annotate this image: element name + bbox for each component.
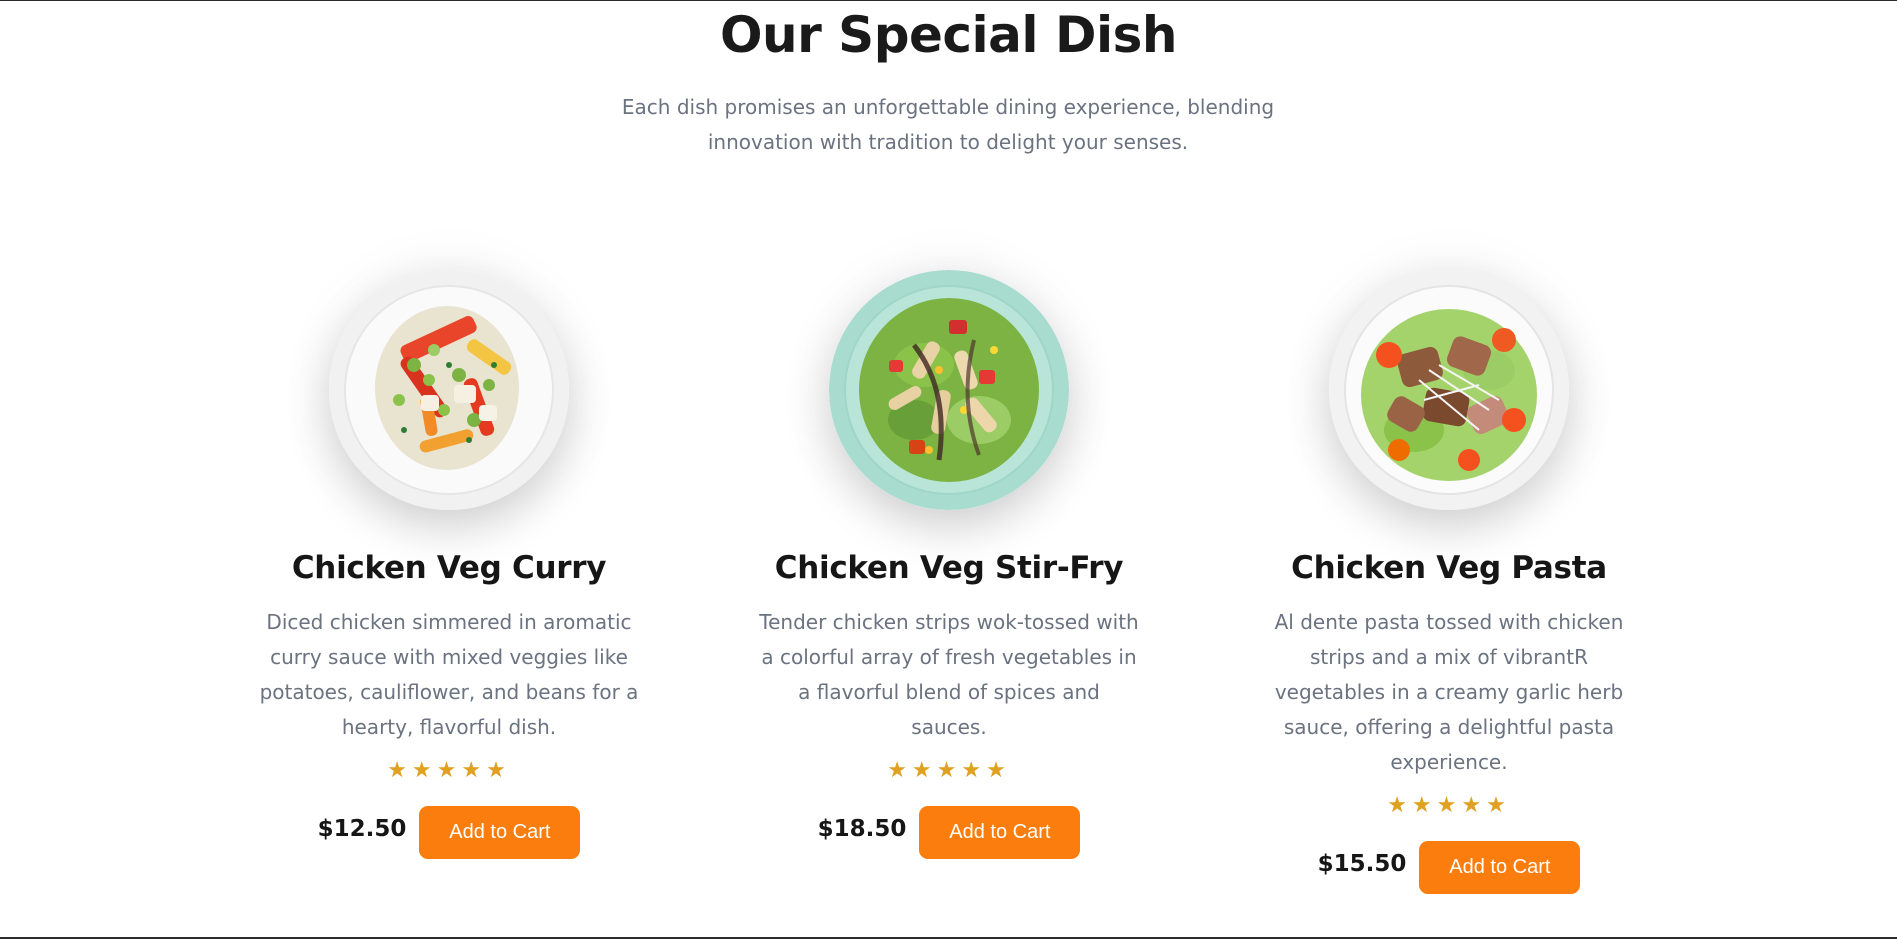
dish-description: Diced chicken simmered in aromatic curry… xyxy=(259,610,639,739)
section-subtitle: Each dish promises an unforgettable dini… xyxy=(621,95,1275,154)
dish-image-stir-fry[interactable] xyxy=(829,270,1069,510)
dish-description: Tender chicken strips wok-tossed with a … xyxy=(759,610,1139,739)
dish-card-curry: Chicken Veg Curry Diced chicken simmered… xyxy=(239,270,659,930)
section-title: Our Special Dish xyxy=(720,6,1177,64)
dish-image-curry[interactable] xyxy=(329,270,569,510)
star-rating: ★★★★★ xyxy=(1387,793,1511,818)
dish-name: Chicken Veg Pasta xyxy=(1291,550,1607,586)
add-to-cart-button[interactable]: Add to Cart xyxy=(419,806,581,859)
price-row: $18.50 Add to Cart xyxy=(739,806,1159,859)
dish-description: Al dente pasta tossed with chicken strip… xyxy=(1274,610,1624,774)
pasta-plate-image xyxy=(1329,270,1569,510)
add-to-cart-button[interactable]: Add to Cart xyxy=(919,806,1081,859)
star-rating: ★★★★★ xyxy=(887,758,1011,783)
dish-name: Chicken Veg Stir-Fry xyxy=(774,550,1124,586)
dish-name: Chicken Veg Curry xyxy=(291,550,607,586)
dish-price: $12.50 xyxy=(317,815,407,842)
price-row: $15.50 Add to Cart xyxy=(1239,841,1659,894)
dish-card-stir-fry: Chicken Veg Stir-Fry Tender chicken stri… xyxy=(739,270,1159,930)
dish-price: $15.50 xyxy=(1317,850,1407,877)
price-row: $12.50 Add to Cart xyxy=(239,806,659,859)
top-border xyxy=(0,0,1897,1)
star-rating: ★★★★★ xyxy=(387,758,511,783)
dish-price: $18.50 xyxy=(817,815,907,842)
dish-image-pasta[interactable] xyxy=(1329,270,1569,510)
stir-fry-plate-image xyxy=(829,270,1069,510)
dish-card-pasta: Chicken Veg Pasta Al dente pasta tossed … xyxy=(1239,270,1659,930)
add-to-cart-button[interactable]: Add to Cart xyxy=(1419,841,1581,894)
curry-plate-image xyxy=(329,270,569,510)
